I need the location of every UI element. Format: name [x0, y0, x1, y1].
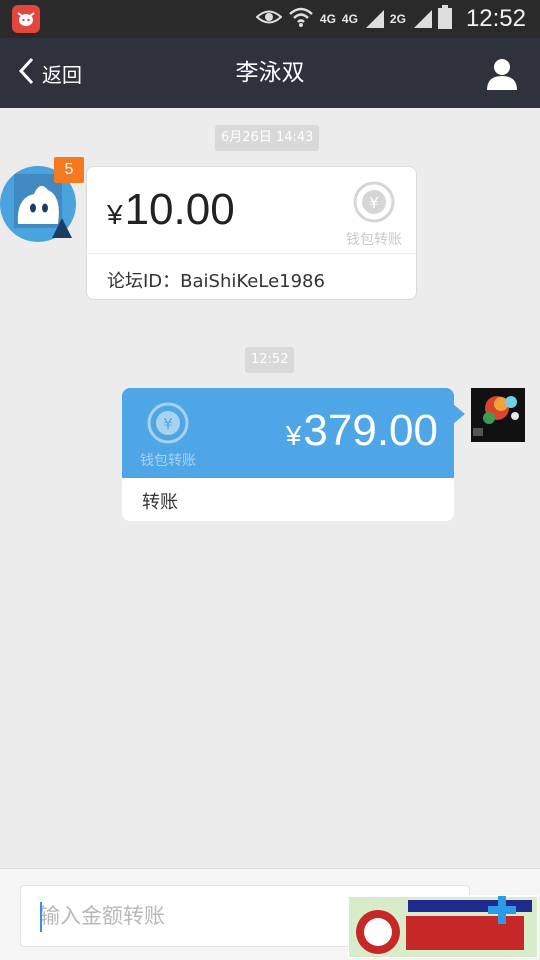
- watermark-label: 钱包转账: [140, 453, 196, 469]
- currency-symbol: ¥: [107, 199, 123, 230]
- wifi-icon: [288, 6, 314, 32]
- currency-symbol: ¥: [285, 420, 302, 451]
- yen-refresh-icon: ¥: [351, 181, 397, 229]
- amount-input[interactable]: [39, 886, 359, 946]
- signal-icon: [412, 6, 432, 32]
- wallet-transfer-watermark: ¥ 钱包转账: [140, 400, 196, 470]
- clock: 12:52: [465, 5, 526, 32]
- yen-refresh-icon: ¥: [145, 402, 191, 450]
- chat-header: 返回 李泳双: [0, 38, 540, 108]
- amount-value: 10.00: [124, 185, 235, 234]
- network-type-3: 2G: [389, 12, 406, 26]
- transfer-note: 论坛ID：BaiShiKeLe1986: [107, 271, 325, 292]
- timestamp: 6月26日 14:43: [215, 125, 320, 151]
- svg-text:¥: ¥: [163, 415, 173, 433]
- amount-value: 379.00: [303, 406, 438, 455]
- wallet-transfer-watermark: ¥ 钱包转账: [346, 179, 402, 249]
- network-type-1: 4G: [319, 12, 336, 26]
- chat-area[interactable]: 6月26日 14:43 5 ¥10.00 ¥ 钱包转账 论坛ID：BaiShiK…: [0, 108, 540, 868]
- eye-icon: [255, 9, 283, 29]
- network-type-2: 4G: [341, 12, 358, 26]
- bubble-tail: [453, 404, 465, 424]
- signal-icon: [364, 6, 384, 32]
- status-bar: 4G 4G 2G 12:52: [0, 0, 540, 38]
- transfer-card-sent[interactable]: ¥ 钱包转账 ¥379.00 转账: [122, 388, 454, 521]
- card-divider: [87, 253, 416, 254]
- battery-icon: [437, 5, 452, 33]
- person-icon: [484, 59, 520, 96]
- transfer-amount: ¥379.00: [286, 406, 438, 456]
- timestamp: 12:52: [245, 347, 295, 373]
- profile-button[interactable]: [484, 56, 520, 92]
- unread-badge: 5: [54, 157, 84, 183]
- svg-text:¥: ¥: [369, 194, 379, 212]
- transfer-note: 转账: [142, 492, 178, 513]
- text-caret: [40, 902, 42, 932]
- page-title: 李泳双: [235, 60, 305, 86]
- site-logo-watermark: [347, 892, 539, 959]
- transfer-amount: ¥10.00: [107, 185, 235, 235]
- app-notification-icon: [12, 5, 40, 33]
- transfer-card-received[interactable]: ¥10.00 ¥ 钱包转账 论坛ID：BaiShiKeLe1986: [86, 166, 417, 300]
- avatar[interactable]: [471, 388, 525, 442]
- watermark-label: 钱包转账: [346, 232, 402, 248]
